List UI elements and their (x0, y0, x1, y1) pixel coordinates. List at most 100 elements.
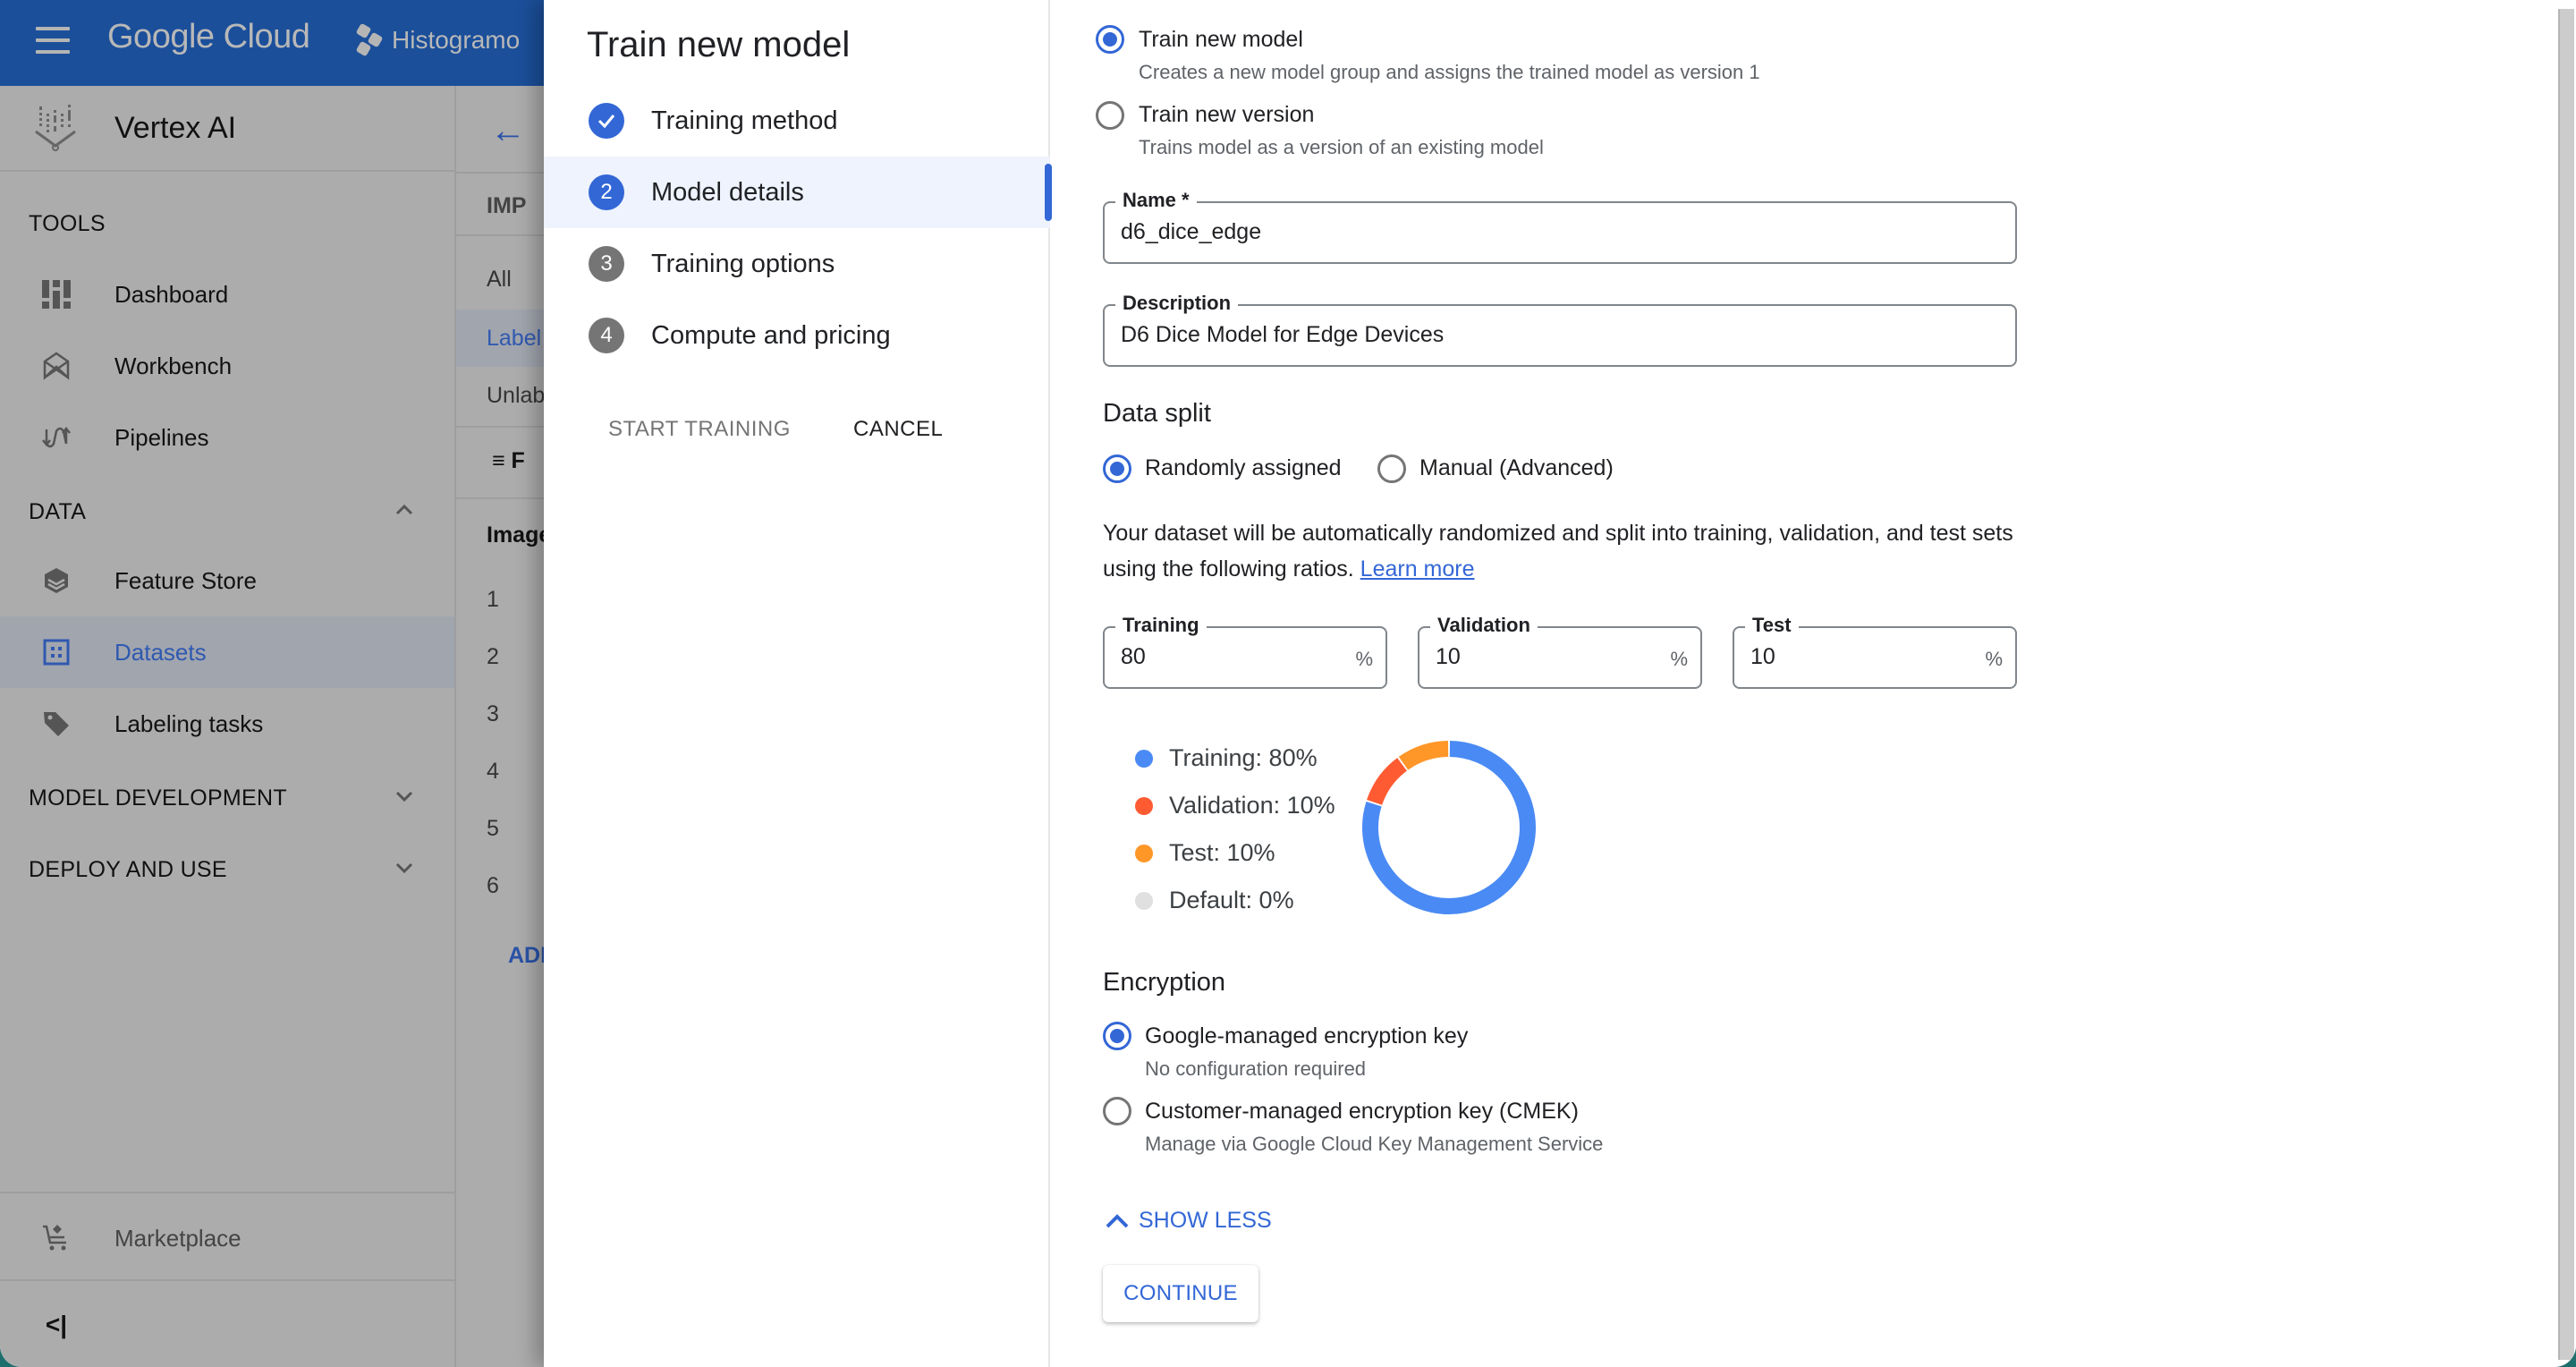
sidebar-item-marketplace[interactable]: Marketplace (0, 1197, 454, 1279)
start-training-button[interactable]: START TRAINING (608, 417, 791, 442)
legend-label: Test: 10% (1169, 839, 1275, 866)
divider (456, 426, 544, 428)
description-field[interactable]: Description (1103, 292, 2017, 367)
section-tools: TOOLS (29, 211, 106, 236)
step-number: 4 (589, 318, 624, 353)
step-training-options[interactable]: 3 Training options (544, 228, 1050, 300)
step-number: 2 (589, 174, 624, 210)
step-label: Training method (651, 106, 838, 135)
radio-randomly-assigned[interactable] (1103, 454, 1131, 483)
hamburger-line (36, 38, 70, 42)
description-input[interactable] (1121, 322, 1978, 348)
radio-label: Google-managed encryption key (1145, 1023, 1469, 1049)
legend-item-validation: Validation: 10% (1135, 792, 1335, 819)
vertical-scrollbar[interactable] (2558, 9, 2574, 1360)
table-row: 1 (487, 587, 499, 612)
percent-suffix: % (1670, 648, 1688, 670)
chevron-down-icon[interactable] (394, 857, 415, 879)
donut-slice-test (1398, 741, 1449, 770)
sidebar-item-dashboard[interactable]: Dashboard (0, 259, 454, 330)
sidebar-item-pipelines[interactable]: Pipelines (0, 402, 454, 473)
sidebar-item-labeling-tasks[interactable]: Labeling tasks (0, 688, 454, 760)
column-header-image: Image (487, 522, 544, 548)
sidebar-item-datasets[interactable]: Datasets (0, 616, 454, 688)
active-step-indicator (1045, 164, 1052, 221)
radio-train-new-model[interactable] (1096, 25, 1124, 54)
test-percent-input[interactable] (1750, 644, 1978, 670)
validation-percent-input[interactable] (1436, 644, 1663, 670)
import-tab[interactable]: IMP (487, 193, 526, 219)
sidebar-item-label: Labeling tasks (114, 709, 264, 737)
step-number: 3 (589, 246, 624, 282)
show-less-button[interactable]: SHOW LESS (1105, 1208, 1272, 1234)
sidebar-item-workbench[interactable]: Workbench (0, 330, 454, 402)
project-hexagon-icon (355, 22, 384, 57)
data-split-donut-chart (1362, 741, 1536, 914)
product-title: Vertex AI (114, 110, 237, 145)
filter-icon: ≡ (492, 448, 505, 473)
training-percent-input[interactable] (1121, 644, 1348, 670)
radio-label: Customer-managed encryption key (CMEK) (1145, 1099, 1579, 1124)
radio-train-new-version[interactable] (1096, 101, 1124, 130)
test-percent-field[interactable]: Test % (1733, 614, 2017, 689)
table-row: 3 (487, 701, 499, 726)
section-data[interactable]: DATA (29, 499, 86, 525)
radio-manual-advanced[interactable] (1377, 454, 1406, 483)
legend-item-test: Test: 10% (1135, 839, 1275, 867)
sidebar-item-label: Workbench (114, 352, 233, 379)
project-picker[interactable]: Histogramo (355, 22, 521, 57)
chevron-down-icon[interactable] (394, 785, 415, 807)
vertex-ai-logo-icon (35, 105, 76, 151)
datasets-icon (41, 637, 72, 667)
field-label: Description (1115, 292, 1239, 315)
continue-button[interactable]: CONTINUE (1103, 1265, 1258, 1322)
filter-unlabeled[interactable]: Unlab (487, 383, 544, 409)
table-row: 6 (487, 873, 499, 898)
section-deploy-and-use[interactable]: DEPLOY AND USE (29, 857, 227, 883)
step-model-details[interactable]: 2 Model details (544, 157, 1052, 228)
google-cloud-logo[interactable]: Google Cloud (107, 18, 310, 56)
add-link[interactable]: ADD (508, 943, 544, 969)
back-arrow-icon[interactable]: ← (490, 111, 526, 151)
app-window: Google Cloud Histogramo Vertex AI TOOLS … (0, 0, 2576, 1367)
filter-labeled[interactable]: Label (487, 326, 541, 352)
field-label: Validation (1430, 614, 1538, 637)
dialog-title: Train new model (587, 25, 851, 64)
sidebar-item-feature-store[interactable]: Feature Store (0, 545, 454, 616)
donut-slice-validation (1367, 758, 1408, 806)
step-compute-and-pricing[interactable]: 4 Compute and pricing (544, 300, 1050, 371)
filter-all[interactable]: All (487, 267, 512, 293)
radio-label: Train new version (1139, 102, 1315, 127)
encryption-heading: Encryption (1103, 968, 1226, 997)
stepper: Train new model Training method 2 Model … (544, 0, 1052, 1367)
filter-button[interactable]: ≡ F (492, 448, 525, 474)
radio-description: No configuration required (1145, 1057, 1367, 1080)
workbench-icon (41, 351, 72, 381)
project-name: Histogramo (392, 26, 521, 54)
legend-item-default: Default: 0% (1135, 887, 1294, 914)
validation-percent-field[interactable]: Validation % (1418, 614, 1702, 689)
collapse-icon: <| (45, 1311, 68, 1338)
name-input[interactable] (1121, 219, 1978, 245)
radio-google-managed-key[interactable] (1103, 1022, 1131, 1050)
table-row: 5 (487, 816, 499, 841)
table-row: 4 (487, 759, 499, 784)
step-training-method[interactable]: Training method (544, 85, 1050, 157)
feature-store-icon (41, 565, 72, 596)
cancel-button[interactable]: CANCEL (853, 417, 943, 442)
name-field[interactable]: Name * (1103, 189, 2017, 264)
main-menu-button[interactable] (36, 27, 70, 59)
collapse-sidebar-button[interactable]: <| (0, 1285, 454, 1365)
legend-swatch (1135, 891, 1153, 910)
model-details-form: Train new model Creates a new model grou… (1096, 0, 2545, 1367)
section-model-development[interactable]: MODEL DEVELOPMENT (29, 785, 287, 811)
chevron-up-icon[interactable] (394, 499, 415, 521)
legend-label: Validation: 10% (1169, 792, 1335, 819)
divider (456, 234, 544, 236)
training-percent-field[interactable]: Training % (1103, 614, 1387, 689)
learn-more-link[interactable]: Learn more (1360, 556, 1475, 582)
radio-label: Randomly assigned (1145, 455, 1342, 480)
data-split-text: Your dataset will be automatically rando… (1103, 521, 2013, 582)
radio-customer-managed-key[interactable] (1103, 1097, 1131, 1125)
legend-label: Training: 80% (1169, 744, 1318, 771)
